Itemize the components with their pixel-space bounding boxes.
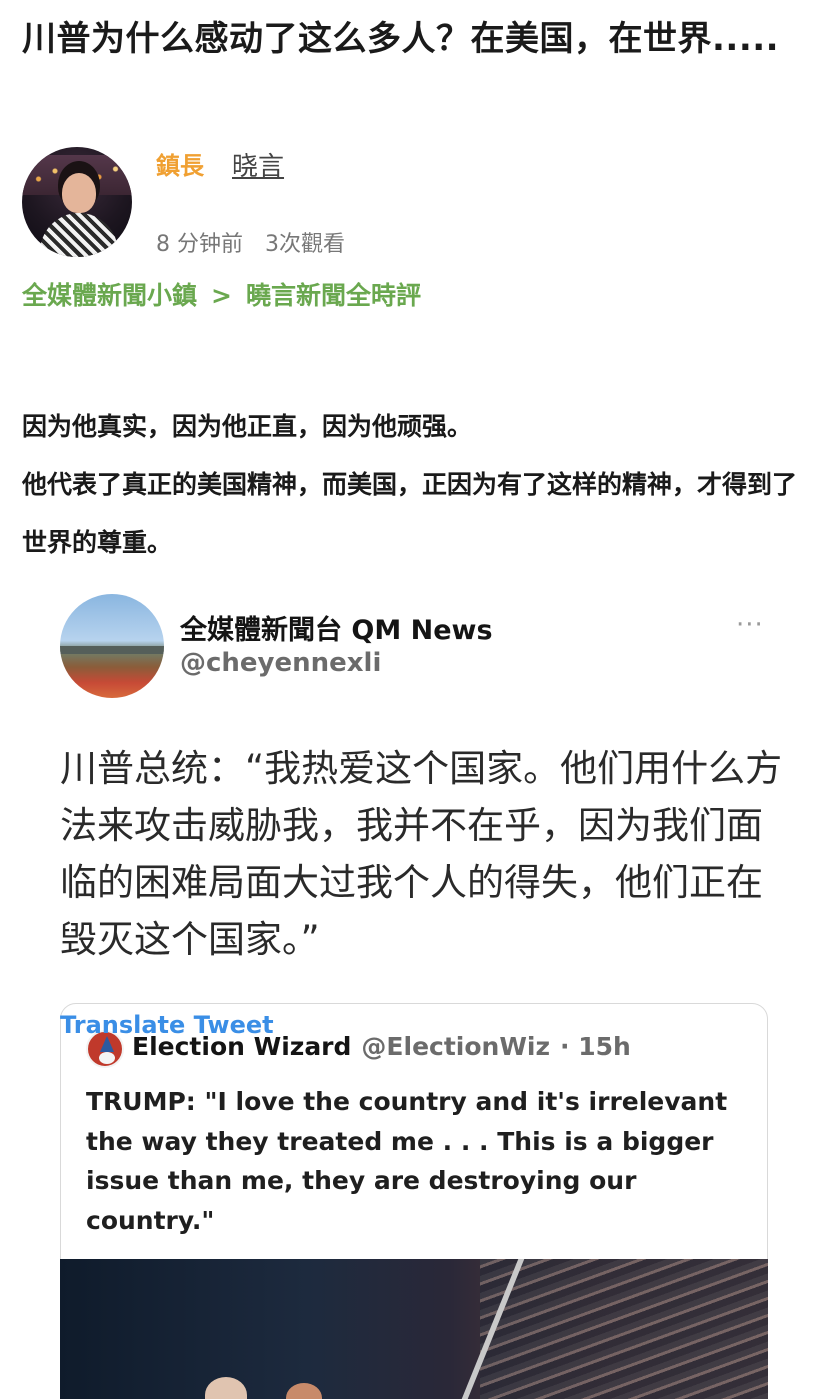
image-person [205,1377,247,1399]
image-person [286,1383,322,1399]
avatar-body [40,213,118,257]
more-options-icon[interactable]: ··· [736,610,764,640]
author-name[interactable]: 鎮長 [156,146,204,181]
tweet-author-name[interactable]: 全媒體新聞台 QM News [180,608,493,647]
author-link[interactable]: 晓言 [232,146,284,183]
article-title: 川普为什么感动了这么多人？在美国，在世界..... [22,19,780,59]
quoted-tweet-text: TRUMP: "I love the country and it's irre… [86,1087,728,1235]
article-body: 因为他真实，因为他正直，因为他顽强。 他代表了真正的美国精神，而美国，正因为有了… [22,398,812,572]
quoted-tweet-image[interactable] [60,1259,768,1399]
article-meta: 8 分钟前 3次觀看 [156,226,345,258]
view-count: 3次觀看 [265,232,345,257]
avatar-landscape [60,646,164,654]
quoted-author-handle[interactable]: @ElectionWiz [361,1032,550,1061]
translate-tweet-link[interactable]: Translate Tweet [60,1010,274,1040]
breadcrumb-child[interactable]: 曉言新聞全時評 [246,281,421,310]
author-avatar[interactable] [22,147,132,257]
tweet-avatar[interactable] [60,594,164,698]
image-crowd-stand [480,1259,768,1399]
breadcrumb-separator: > [211,281,232,310]
breadcrumb-parent[interactable]: 全媒體新聞小鎮 [22,281,197,310]
tweet-text: 川普总统：“我热爱这个国家。他们用什么方法来攻击威胁我，我并不在乎，因为我们面临… [60,747,783,961]
quoted-time: · 15h [560,1032,631,1061]
wizard-face [99,1052,115,1064]
tweet-author-handle[interactable]: @cheyennexli [180,648,381,678]
breadcrumb: 全媒體新聞小鎮 > 曉言新聞全時評 [22,276,421,312]
avatar-face [62,173,96,213]
time-ago: 8 分钟前 [156,232,243,257]
paragraph: 因为他真实，因为他正直，因为他顽强。 [22,412,473,441]
paragraph: 他代表了真正的美国精神，而美国，正因为有了这样的精神，才得到了世界的尊重。 [22,470,798,557]
